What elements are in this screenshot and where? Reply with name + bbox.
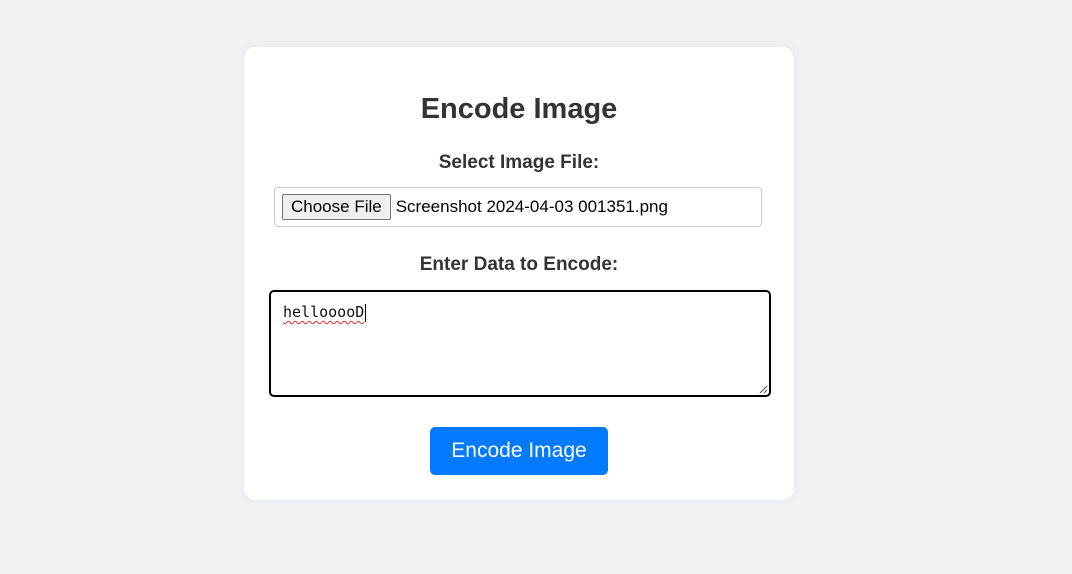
encode-card: Encode Image Select Image File: Choose F… [244, 47, 794, 500]
resize-grip-icon[interactable] [758, 384, 768, 394]
text-caret [365, 304, 366, 322]
enter-data-label: Enter Data to Encode: [419, 254, 619, 275]
select-image-label: Select Image File: [438, 152, 600, 173]
file-input[interactable]: Choose File Screenshot 2024-04-03 001351… [274, 187, 762, 227]
encode-image-button[interactable]: Encode Image [430, 427, 608, 475]
selected-file-name: Screenshot 2024-04-03 001351.png [395, 197, 668, 216]
textarea-value: hellooooD [283, 303, 365, 321]
page-title: Encode Image [420, 93, 618, 125]
choose-file-button[interactable]: Choose File [282, 194, 391, 220]
data-textarea[interactable]: hellooooD [269, 290, 771, 397]
